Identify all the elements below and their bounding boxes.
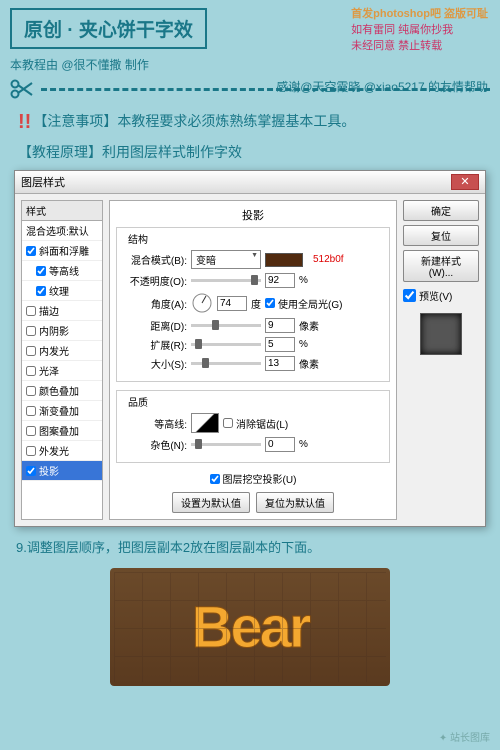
principle-line: 【教程原理】利用图层样式制作字效 <box>18 142 482 162</box>
preview-checkbox[interactable] <box>403 289 416 302</box>
cancel-button[interactable]: 复位 <box>403 225 479 246</box>
tutorial-title: 原创 · 夹心饼干字效 <box>10 8 207 49</box>
distance-input[interactable]: 9 <box>265 318 295 333</box>
size-label: 大小(S): <box>125 356 187 371</box>
credits-line: 感谢@天空霞晓 @xiao5217 的友情帮助 <box>276 78 488 95</box>
step-text: 9.调整图层顺序，把图层副本2放在图层副本的下面。 <box>0 527 500 562</box>
set-default-button[interactable]: 设置为默认值 <box>172 492 250 513</box>
style-item-label: 斜面和浮雕 <box>39 243 89 258</box>
style-checkbox[interactable] <box>26 346 36 356</box>
style-item-12[interactable]: 投影 <box>22 461 102 481</box>
close-button[interactable]: ✕ <box>451 174 479 190</box>
style-item-9[interactable]: 渐变叠加 <box>22 401 102 421</box>
style-item-label: 颜色叠加 <box>39 383 79 398</box>
scissors-icon <box>10 79 36 99</box>
styles-list: 样式 混合选项:默认斜面和浮雕等高线纹理描边内阴影内发光光泽颜色叠加渐变叠加图案… <box>21 200 103 520</box>
style-item-label: 渐变叠加 <box>39 403 79 418</box>
style-item-6[interactable]: 内发光 <box>22 341 102 361</box>
style-item-label: 混合选项:默认 <box>26 223 89 238</box>
distance-label: 距离(D): <box>125 318 187 333</box>
knockout-checkbox[interactable] <box>210 474 220 484</box>
blend-mode-select[interactable]: 变暗 <box>191 250 261 269</box>
noise-input[interactable]: 0 <box>265 437 295 452</box>
opacity-slider[interactable] <box>191 279 261 282</box>
panel-title: 投影 <box>116 207 390 223</box>
global-light-label: 使用全局光(G) <box>278 296 342 311</box>
spread-slider[interactable] <box>191 343 261 346</box>
style-item-4[interactable]: 描边 <box>22 301 102 321</box>
dialog-title: 图层样式 <box>21 174 65 190</box>
style-item-1[interactable]: 斜面和浮雕 <box>22 241 102 261</box>
size-input[interactable]: 13 <box>265 356 295 371</box>
style-checkbox[interactable] <box>36 266 46 276</box>
hex-value: 512b0f <box>313 254 344 265</box>
style-item-11[interactable]: 外发光 <box>22 441 102 461</box>
style-item-3[interactable]: 纹理 <box>22 281 102 301</box>
notice-line: !!【注意事项】本教程要求必须炼熟练掌握基本工具。 <box>18 111 482 134</box>
spread-label: 扩展(R): <box>125 337 187 352</box>
style-item-0[interactable]: 混合选项:默认 <box>22 221 102 241</box>
style-item-label: 投影 <box>39 463 59 478</box>
contour-label: 等高线: <box>125 416 187 431</box>
author-line: 本教程由 @很不懂撒 制作 <box>0 54 500 79</box>
opacity-unit: % <box>299 275 308 286</box>
style-item-label: 内发光 <box>39 343 69 358</box>
new-style-button[interactable]: 新建样式(W)... <box>403 250 479 282</box>
styles-list-header: 样式 <box>22 201 102 221</box>
preview-thumbnail <box>420 313 462 355</box>
noise-slider[interactable] <box>191 443 261 446</box>
top-right-notes: 首发photoshop吧 盗版可耻 如有雷同 纯属你抄我 未经同意 禁止转载 <box>351 6 488 54</box>
style-checkbox[interactable] <box>26 366 36 376</box>
contour-picker[interactable] <box>191 413 219 433</box>
preview-label: 预览(V) <box>419 288 452 303</box>
angle-dial[interactable] <box>191 292 213 314</box>
bear-text: Bear <box>192 594 309 661</box>
global-light-checkbox[interactable] <box>265 298 275 308</box>
style-item-label: 图案叠加 <box>39 423 79 438</box>
opacity-label: 不透明度(O): <box>125 273 187 288</box>
style-checkbox[interactable] <box>26 306 36 316</box>
style-checkbox[interactable] <box>26 466 36 476</box>
style-item-label: 外发光 <box>39 443 69 458</box>
style-checkbox[interactable] <box>26 406 36 416</box>
style-item-label: 描边 <box>39 303 59 318</box>
antialias-label: 消除锯齿(L) <box>236 416 288 431</box>
layer-style-dialog: 图层样式 ✕ 样式 混合选项:默认斜面和浮雕等高线纹理描边内阴影内发光光泽颜色叠… <box>14 170 486 527</box>
style-checkbox[interactable] <box>26 426 36 436</box>
ok-button[interactable]: 确定 <box>403 200 479 221</box>
size-slider[interactable] <box>191 362 261 365</box>
result-preview: Bear <box>110 568 390 686</box>
style-item-label: 等高线 <box>49 263 79 278</box>
style-checkbox[interactable] <box>26 326 36 336</box>
style-checkbox[interactable] <box>26 446 36 456</box>
style-item-8[interactable]: 颜色叠加 <box>22 381 102 401</box>
style-item-label: 内阴影 <box>39 323 69 338</box>
opacity-input[interactable]: 92 <box>265 273 295 288</box>
blend-mode-label: 混合模式(B): <box>125 252 187 267</box>
style-checkbox[interactable] <box>26 246 36 256</box>
style-checkbox[interactable] <box>26 386 36 396</box>
knockout-label: 图层挖空投影(U) <box>223 471 297 486</box>
style-item-label: 纹理 <box>49 283 69 298</box>
style-item-5[interactable]: 内阴影 <box>22 321 102 341</box>
reset-default-button[interactable]: 复位为默认值 <box>256 492 334 513</box>
exclaim-icon: !! <box>18 111 31 134</box>
style-checkbox[interactable] <box>36 286 46 296</box>
angle-input[interactable]: 74 <box>217 296 247 311</box>
style-item-label: 光泽 <box>39 363 59 378</box>
style-item-10[interactable]: 图案叠加 <box>22 421 102 441</box>
angle-label: 角度(A): <box>125 296 187 311</box>
watermark: ✦ 站长图库 <box>439 729 490 744</box>
style-item-2[interactable]: 等高线 <box>22 261 102 281</box>
color-swatch[interactable] <box>265 253 303 267</box>
quality-label: 品质 <box>125 394 151 409</box>
structure-label: 结构 <box>125 231 151 246</box>
spread-input[interactable]: 5 <box>265 337 295 352</box>
antialias-checkbox[interactable] <box>223 418 233 428</box>
style-item-7[interactable]: 光泽 <box>22 361 102 381</box>
distance-slider[interactable] <box>191 324 261 327</box>
noise-label: 杂色(N): <box>125 437 187 452</box>
